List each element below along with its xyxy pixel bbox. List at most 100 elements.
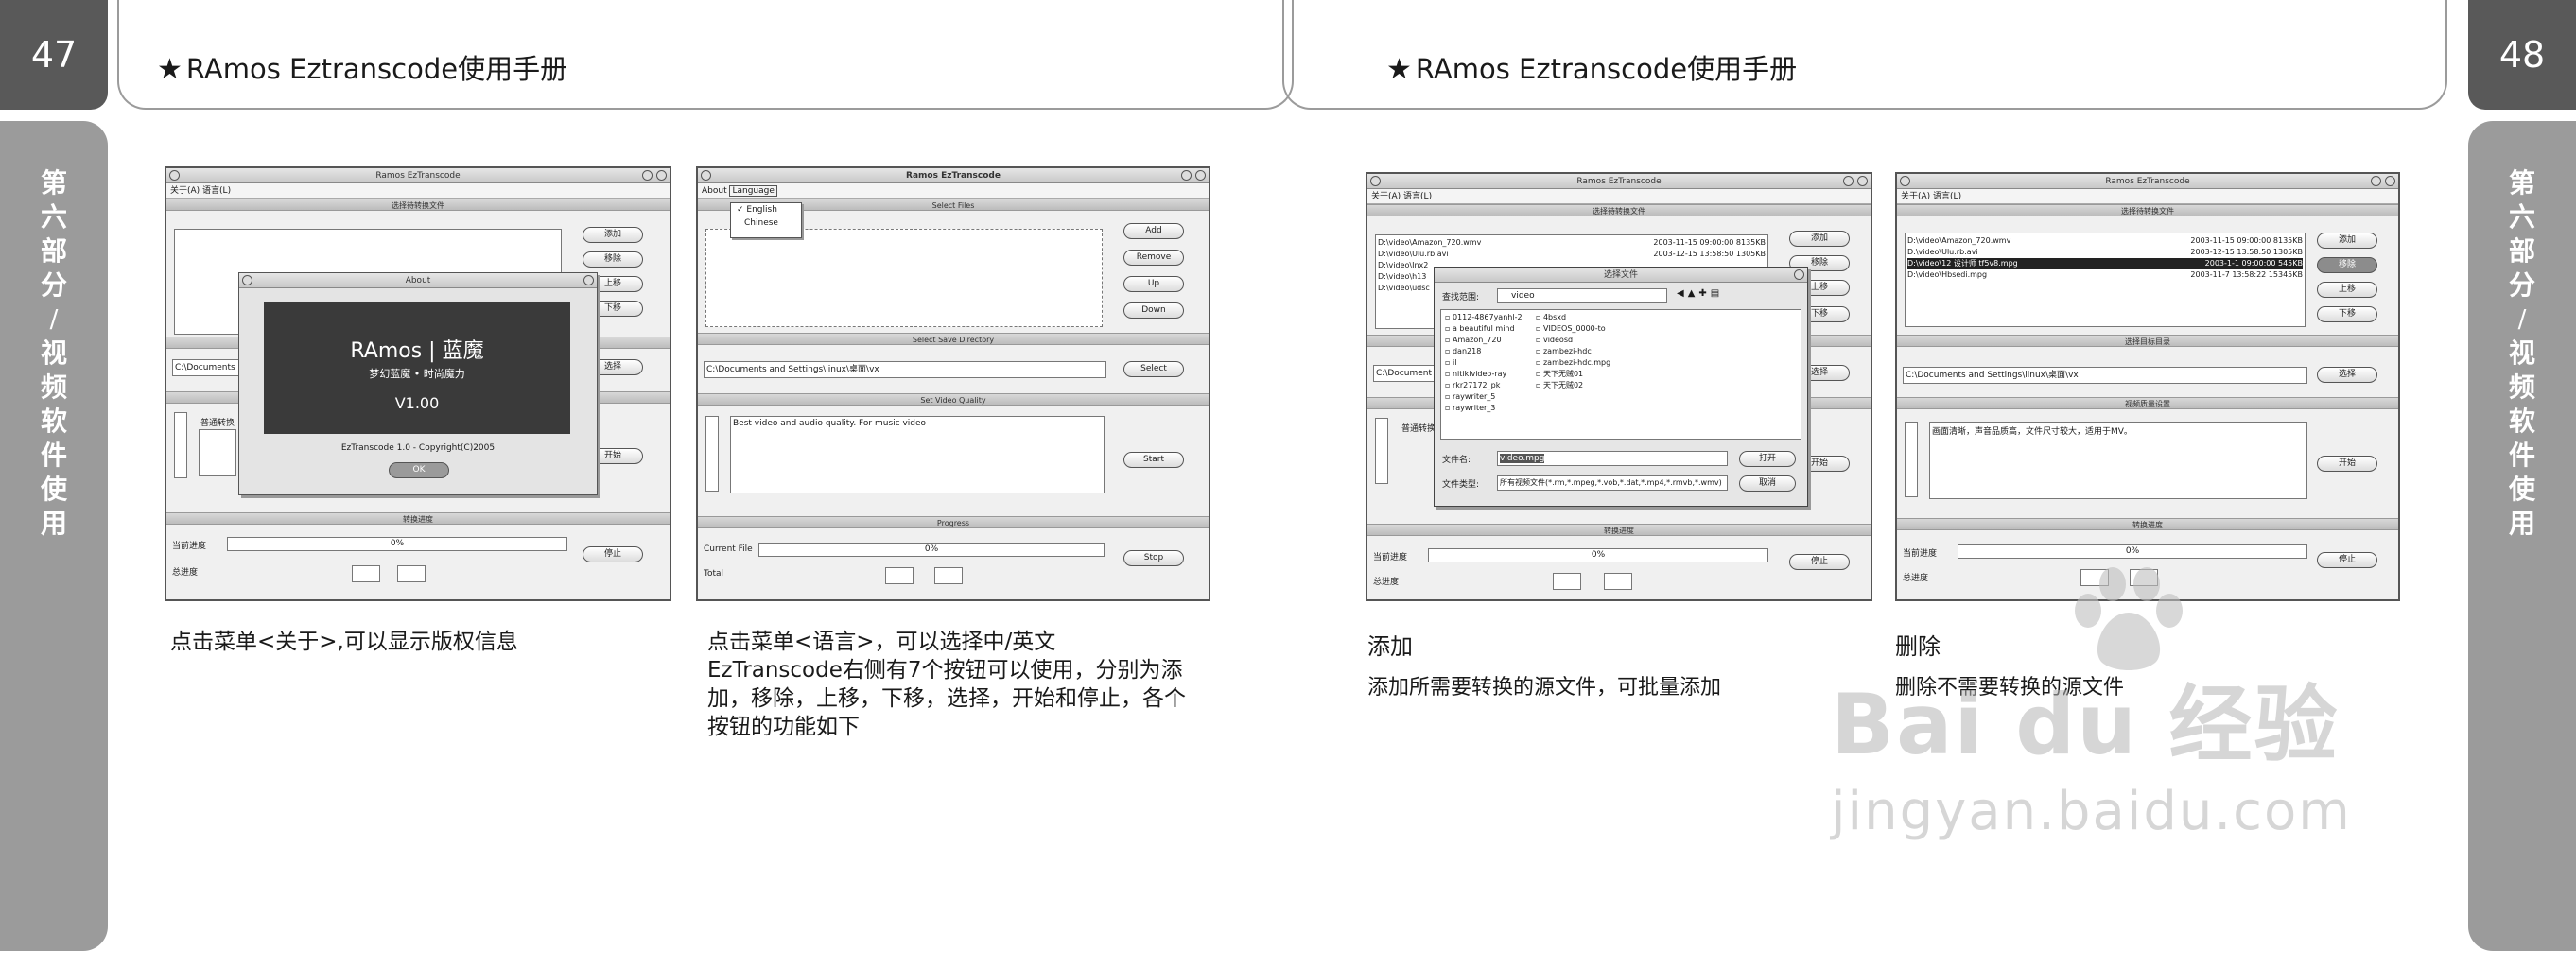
- remove-button[interactable]: 移除: [2317, 257, 2377, 273]
- window-titlebar: Ramos EzTranscode: [698, 168, 1209, 183]
- list-item[interactable]: D:\video\Ulu.rb.avi 2003-12-15 13:58:50 1…: [1907, 247, 2303, 258]
- quality-slider[interactable]: [1375, 418, 1388, 484]
- quality-slider[interactable]: [174, 412, 187, 478]
- minimize-icon[interactable]: [2371, 176, 2381, 186]
- up-folder-icon[interactable]: ▲: [1688, 288, 1699, 299]
- close-icon[interactable]: [583, 275, 594, 285]
- down-button[interactable]: Down: [1123, 302, 1184, 319]
- save-directory-input[interactable]: C:\Documents and Settings\linux\桌面\vx: [1903, 367, 2307, 384]
- start-button[interactable]: 开始: [2317, 456, 2377, 472]
- list-item[interactable]: D:\video\Amazon_720.wmv 2003-11-15 09:00:…: [1907, 235, 2303, 247]
- folder-item[interactable]: ▫ nitikivideo-ray: [1445, 369, 1523, 380]
- lang-option-english[interactable]: ✓ English: [731, 203, 801, 216]
- remove-button[interactable]: 移除: [583, 251, 643, 268]
- select-button[interactable]: 选择: [2317, 367, 2377, 383]
- add-button[interactable]: Add: [1123, 223, 1184, 239]
- path-input[interactable]: C:\Documents a: [172, 359, 248, 376]
- file-item[interactable]: ▫ 天下无贼01: [1536, 369, 1610, 380]
- star-icon: ★: [157, 53, 183, 86]
- section-header: 视频质量设置: [1897, 397, 2398, 409]
- stop-button[interactable]: 停止: [583, 546, 643, 562]
- cancel-button[interactable]: 取消: [1739, 475, 1796, 492]
- menu-bar[interactable]: 关于(A) 语言(L): [1897, 189, 2398, 204]
- total-count-box: [1604, 573, 1632, 590]
- stop-button[interactable]: Stop: [1123, 550, 1184, 566]
- start-button[interactable]: Start: [1123, 452, 1184, 468]
- page-number-right: 48: [2468, 0, 2576, 110]
- copyright-text: EzTranscode 1.0 - Copyright(C)2005: [340, 443, 496, 453]
- file-item[interactable]: ▫ zambezi-hdc: [1536, 346, 1610, 357]
- view-menu-icon[interactable]: ▤: [1711, 288, 1723, 299]
- watermark-brand: Bai du 经验: [1831, 676, 2340, 773]
- window-icon: [1370, 176, 1381, 186]
- down-button[interactable]: 下移: [2317, 306, 2377, 322]
- minimize-icon[interactable]: [642, 170, 653, 181]
- quality-slider[interactable]: [705, 416, 719, 492]
- file-column-right: ▫ 4bsxd ▫ VIDEOS_0000-to ▫ videosd ▫ zam…: [1536, 312, 1610, 391]
- remove-button[interactable]: Remove: [1123, 250, 1184, 266]
- list-item[interactable]: D:\video\Ulu.rb.avi 2003-12-15 13:58:50 1…: [1378, 249, 1766, 260]
- file-list[interactable]: [705, 229, 1103, 327]
- add-button[interactable]: 添加: [583, 227, 643, 243]
- folder-item[interactable]: ▫ il: [1445, 357, 1523, 369]
- folder-item[interactable]: ▫ rkr27172_pk: [1445, 380, 1523, 391]
- file-item[interactable]: ▫ 4bsxd: [1536, 312, 1610, 323]
- total-count-box: [1553, 573, 1581, 590]
- menu-about[interactable]: About: [702, 186, 727, 196]
- up-button[interactable]: 上移: [2317, 282, 2377, 298]
- screenshot-remove: Ramos EzTranscode 关于(A) 语言(L) 选择待转换文件 D:…: [1895, 172, 2400, 601]
- close-icon[interactable]: [1857, 176, 1868, 186]
- file-browser[interactable]: ▫ 0112-4867yanhl-2 ▫ a beautiful mind ▫ …: [1440, 309, 1801, 440]
- close-icon[interactable]: [1195, 170, 1206, 181]
- minimize-icon[interactable]: [1181, 170, 1192, 181]
- filetype-label: 文件类型:: [1442, 480, 1480, 490]
- stop-button[interactable]: 停止: [2317, 552, 2377, 568]
- close-icon[interactable]: [2385, 176, 2395, 186]
- new-folder-icon[interactable]: ✚: [1698, 288, 1710, 299]
- menu-bar[interactable]: 关于(A) 语言(L): [166, 183, 670, 199]
- section-header: 选择目标目录: [1897, 335, 2398, 347]
- list-item[interactable]: D:\video\Hbsedi.mpg 2003-11-7 13:58:22 15…: [1907, 269, 2303, 281]
- current-progress-bar: 0%: [1428, 548, 1768, 562]
- file-item[interactable]: ▫ VIDEOS_0000-to: [1536, 323, 1610, 335]
- add-button[interactable]: 添加: [1789, 231, 1850, 247]
- ok-button[interactable]: OK: [389, 462, 449, 478]
- select-button[interactable]: Select: [1123, 361, 1184, 377]
- list-item-selected[interactable]: D:\video\12 设计师 tf5v8.mpg 2003-1-1 09:00:…: [1907, 258, 2303, 269]
- menu-language[interactable]: Language: [729, 185, 777, 197]
- lang-option-chinese[interactable]: Chinese: [731, 216, 801, 230]
- add-button[interactable]: 添加: [2317, 233, 2377, 249]
- save-directory-input[interactable]: C:\Documents and Settings\linux\桌面\vx: [704, 361, 1106, 378]
- file-list[interactable]: D:\video\Amazon_720.wmv 2003-11-15 09:00:…: [1905, 233, 2306, 327]
- look-in-select[interactable]: video: [1497, 288, 1667, 303]
- minimize-icon[interactable]: [1843, 176, 1854, 186]
- filetype-select[interactable]: 所有视频文件(*.rm,*.mpeg,*.vob,*.dat,*.mp4,*.r…: [1497, 475, 1728, 491]
- up-button[interactable]: Up: [1123, 276, 1184, 292]
- folder-item[interactable]: ▫ raywriter_5: [1445, 391, 1523, 403]
- paw-logo-icon: [2075, 567, 2183, 670]
- list-item[interactable]: D:\video\Amazon_720.wmv 2003-11-15 09:00:…: [1378, 237, 1766, 249]
- file-item[interactable]: ▫ videosd: [1536, 335, 1610, 346]
- menu-bar[interactable]: 关于(A) 语言(L): [1367, 189, 1871, 204]
- quality-slider[interactable]: [1905, 422, 1918, 497]
- file-item[interactable]: ▫ 天下无贼02: [1536, 380, 1610, 391]
- file-item[interactable]: ▫ zambezi-hdc.mpg: [1536, 357, 1610, 369]
- page-title-right: ★ RAmos Eztranscode使用手册: [1386, 53, 1798, 86]
- open-button[interactable]: 打开: [1739, 451, 1796, 467]
- filename-input[interactable]: video.mpg: [1497, 451, 1728, 466]
- folder-item[interactable]: ▫ Amazon_720: [1445, 335, 1523, 346]
- folder-item[interactable]: ▫ dan218: [1445, 346, 1523, 357]
- total-progress-label: 总进度: [1373, 578, 1400, 587]
- section-header: 选择待转换文件: [166, 199, 670, 211]
- section-side-tab-left: 第六部分 / 视频软件使用: [0, 121, 108, 951]
- caption-add-text: 添加所需要转换的源文件，可批量添加: [1367, 676, 1722, 700]
- quality-text-box: [199, 429, 236, 476]
- folder-item[interactable]: ▫ 0112-4867yanhl-2: [1445, 312, 1523, 323]
- page-title-left: ★ RAmos Eztranscode使用手册: [157, 53, 568, 86]
- back-icon[interactable]: ◀: [1677, 288, 1688, 299]
- close-icon[interactable]: [1794, 269, 1804, 280]
- folder-item[interactable]: ▫ raywriter_3: [1445, 403, 1523, 414]
- progress-section-header: 转换进度: [166, 512, 670, 525]
- folder-item[interactable]: ▫ a beautiful mind: [1445, 323, 1523, 335]
- close-icon[interactable]: [656, 170, 667, 181]
